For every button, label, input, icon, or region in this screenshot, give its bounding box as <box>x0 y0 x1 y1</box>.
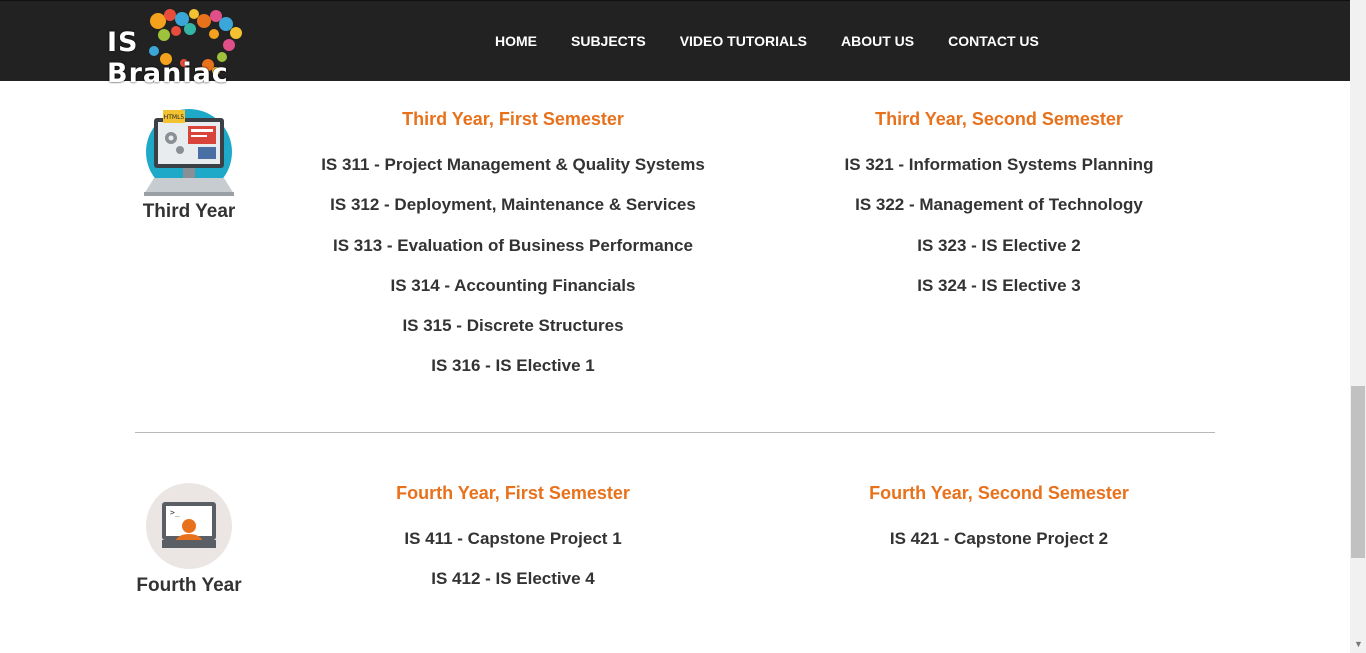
semester-title: Fourth Year, Second Semester <box>869 483 1129 503</box>
course-link[interactable]: IS 315 - Discrete Structures <box>273 315 753 355</box>
computer-dev-icon: HTML5 <box>144 109 234 196</box>
course-link[interactable]: IS 323 - IS Elective 2 <box>759 235 1239 275</box>
year-label: Fourth Year <box>136 575 242 596</box>
semester-column: Third Year, Second Semester IS 321 - Inf… <box>759 108 1239 315</box>
page-scrollbar[interactable]: ▼ <box>1350 0 1366 653</box>
year-label: Third Year <box>142 201 236 222</box>
site-logo[interactable]: IS Braniac <box>104 7 270 89</box>
nav-home[interactable]: HOME <box>478 1 554 81</box>
section-divider <box>135 432 1215 433</box>
semester-column: Third Year, First Semester IS 311 - Proj… <box>273 108 753 396</box>
semester-title: Third Year, First Semester <box>402 109 624 129</box>
course-link[interactable]: IS 313 - Evaluation of Business Performa… <box>273 235 753 275</box>
semester-title: Fourth Year, First Semester <box>396 483 630 503</box>
course-link[interactable]: IS 322 - Management of Technology <box>759 194 1239 234</box>
main-nav: HOME SUBJECTS VIDEO TUTORIALS ABOUT US C… <box>478 1 1056 81</box>
semester-column: Fourth Year, Second Semester IS 421 - Ca… <box>759 482 1239 568</box>
scroll-down-arrow-icon[interactable]: ▼ <box>1354 640 1363 649</box>
course-link[interactable]: IS 311 - Project Management & Quality Sy… <box>273 154 753 194</box>
third-year-column: HTML5 Third Year <box>136 108 242 223</box>
semester-column: Fourth Year, First Semester IS 411 - Cap… <box>273 482 753 609</box>
fourth-year-column: >_ Fourth Year <box>136 482 242 597</box>
html5-badge: HTML5 <box>164 114 185 121</box>
site-header: IS Braniac HOME SUBJECTS VIDEO TUTORIALS… <box>0 0 1350 89</box>
logo-text: IS Braniac <box>107 27 229 89</box>
nav-subjects[interactable]: SUBJECTS <box>554 1 663 81</box>
course-link[interactable]: IS 316 - IS Elective 1 <box>273 355 753 395</box>
course-link[interactable]: IS 314 - Accounting Financials <box>273 275 753 315</box>
nav-video-tutorials[interactable]: VIDEO TUTORIALS <box>663 1 824 81</box>
nav-contact-us[interactable]: CONTACT US <box>931 1 1056 81</box>
semester-title: Third Year, Second Semester <box>875 109 1123 129</box>
scrollbar-thumb[interactable] <box>1351 386 1365 558</box>
course-link[interactable]: IS 411 - Capstone Project 1 <box>273 528 753 568</box>
terminal-user-icon: >_ <box>146 483 232 569</box>
course-link[interactable]: IS 421 - Capstone Project 2 <box>759 528 1239 568</box>
terminal-prompt: >_ <box>170 508 180 517</box>
course-link[interactable]: IS 412 - IS Elective 4 <box>273 568 753 608</box>
course-link[interactable]: IS 312 - Deployment, Maintenance & Servi… <box>273 194 753 234</box>
course-link[interactable]: IS 321 - Information Systems Planning <box>759 154 1239 194</box>
nav-about-us[interactable]: ABOUT US <box>824 1 931 81</box>
course-link[interactable]: IS 324 - IS Elective 3 <box>759 275 1239 315</box>
